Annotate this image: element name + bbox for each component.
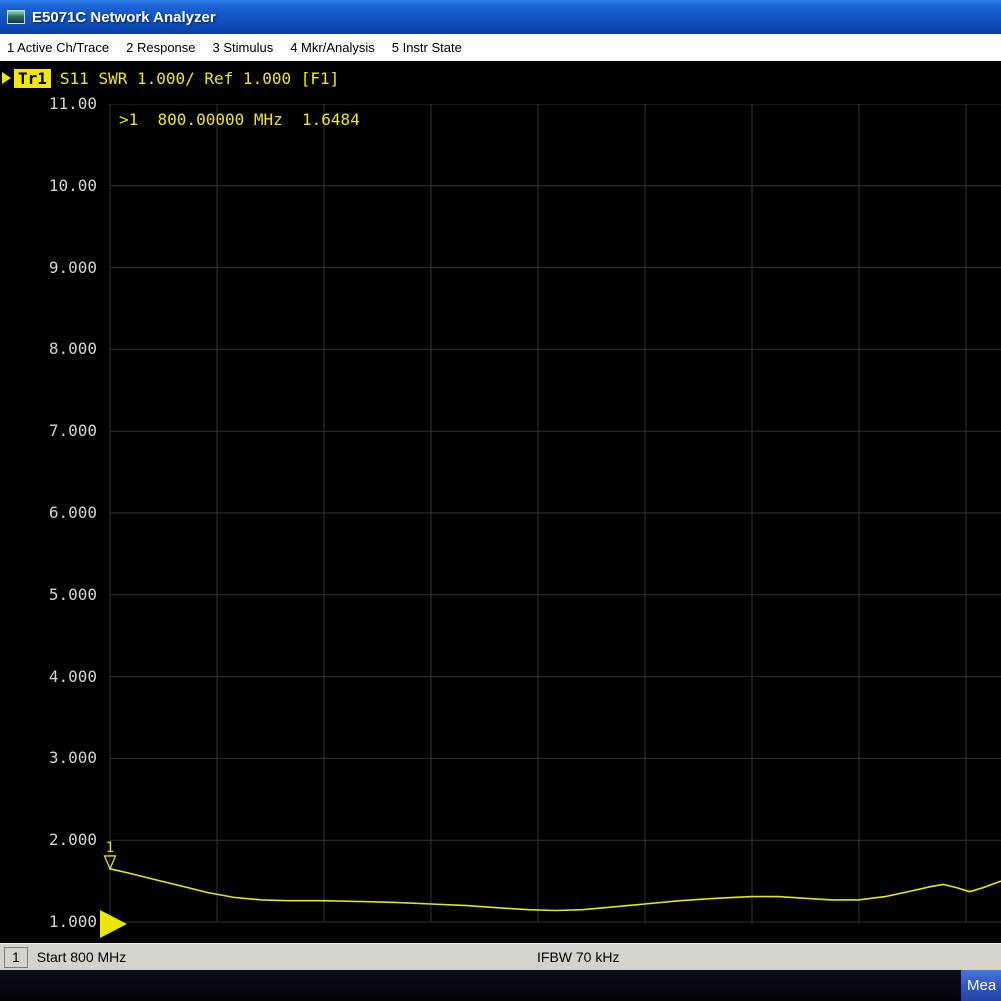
y-axis-tick: 11.00: [49, 95, 97, 113]
bottom-bar: Mea: [0, 970, 1001, 1001]
titlebar[interactable]: E5071C Network Analyzer: [0, 0, 1001, 34]
menu-item-4[interactable]: 4 Mkr/Analysis: [290, 40, 375, 55]
marker1-number: 1: [106, 840, 114, 856]
window-title: E5071C Network Analyzer: [32, 9, 216, 26]
menu-item-5[interactable]: 5 Instr State: [392, 40, 462, 55]
reference-level-triangle-icon: [100, 910, 127, 938]
trace-header: Tr1 S11 SWR 1.000/ Ref 1.000 [F1]: [2, 68, 339, 88]
app-window: E5071C Network Analyzer 1 Active Ch/Trac…: [0, 0, 1001, 1001]
trace1-settings-text: S11 SWR 1.000/ Ref 1.000 [F1]: [60, 69, 339, 88]
status-bar: 1 Start 800 MHz IFBW 70 kHz: [0, 943, 1001, 970]
y-axis-tick: 1.000: [49, 913, 97, 931]
y-axis-tick: 6.000: [49, 504, 97, 522]
y-axis-tick: 8.000: [49, 340, 97, 358]
menubar: 1 Active Ch/Trace 2 Response 3 Stimulus 4 M…: [0, 34, 1001, 61]
y-axis-tick: 2.000: [49, 831, 97, 849]
active-trace-arrow-icon: [2, 72, 11, 84]
menu-item-3[interactable]: 3 Stimulus: [213, 40, 274, 55]
y-axis-tick: 10.00: [49, 177, 97, 195]
marker1-readout: >1 800.00000 MHz 1.6484: [119, 110, 360, 129]
y-axis-tick: 4.000: [49, 668, 97, 686]
y-axis-tick: 5.000: [49, 586, 97, 604]
y-axis-tick: 7.000: [49, 422, 97, 440]
measurement-grid: 1: [95, 104, 1001, 943]
channel-number-badge: 1: [4, 947, 28, 968]
analyzer-display: Tr1 S11 SWR 1.000/ Ref 1.000 [F1] 11.00 1…: [0, 61, 1001, 943]
y-axis-tick: 3.000: [49, 749, 97, 767]
start-frequency-label: Start 800 MHz: [37, 949, 126, 965]
y-axis-tick: 9.000: [49, 259, 97, 277]
y-axis-labels: 11.0010.009.0008.0007.0006.0005.0004.000…: [0, 104, 100, 942]
swr-trace: [110, 869, 1001, 911]
menu-item-2[interactable]: 2 Response: [126, 40, 195, 55]
meas-softkey-button[interactable]: Mea: [961, 970, 1001, 1001]
menu-item-1[interactable]: 1 Active Ch/Trace: [7, 40, 109, 55]
ifbw-label: IFBW 70 kHz: [537, 949, 619, 965]
network-analyzer-app-icon: [7, 10, 25, 24]
trace1-label[interactable]: Tr1: [14, 69, 51, 88]
